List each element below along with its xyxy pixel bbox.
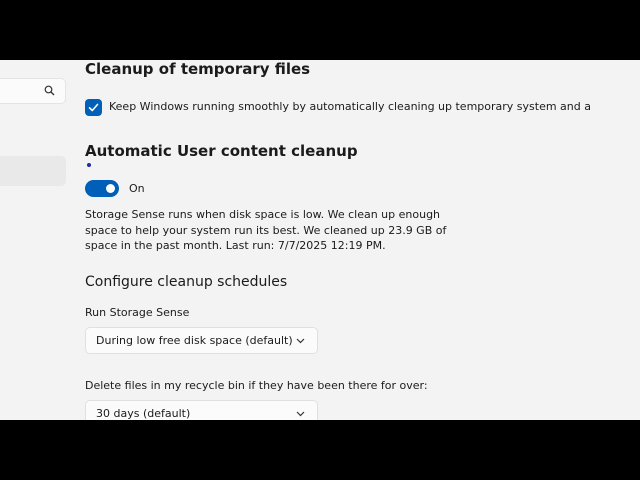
cleanup-schedules-heading: Configure cleanup schedules (85, 274, 288, 290)
recycle-bin-value: 30 days (default) (96, 407, 191, 420)
run-storage-sense-label: Run Storage Sense (85, 306, 190, 319)
settings-window: Cleanup of temporary files Keep Windows … (0, 60, 640, 420)
toggle-knob (106, 184, 115, 193)
toggle-state-label: On (129, 182, 145, 195)
run-storage-sense-dropdown[interactable]: During low free disk space (default) (85, 327, 318, 354)
cleanup-temp-files-checkbox[interactable] (85, 99, 102, 116)
storage-sense-description: Storage Sense runs when disk space is lo… (85, 208, 447, 252)
auto-cleanup-heading: Automatic User content cleanup (85, 142, 358, 160)
storage-sense-toggle[interactable] (85, 180, 119, 197)
checkmark-icon (88, 103, 99, 112)
search-icon (44, 85, 55, 96)
focus-dot (87, 163, 91, 167)
recycle-bin-label: Delete files in my recycle bin if they h… (85, 379, 428, 392)
chevron-down-icon (296, 338, 305, 344)
recycle-bin-dropdown[interactable]: 30 days (default) (85, 400, 318, 420)
sidebar-item-selected[interactable] (0, 156, 66, 186)
sidebar-nav (0, 60, 84, 420)
run-storage-sense-value: During low free disk space (default) (96, 334, 293, 347)
search-input[interactable] (0, 78, 66, 104)
chevron-down-icon (296, 411, 305, 417)
cleanup-temp-files-label: Keep Windows running smoothly by automat… (109, 100, 591, 113)
cleanup-temp-files-heading: Cleanup of temporary files (85, 60, 311, 78)
